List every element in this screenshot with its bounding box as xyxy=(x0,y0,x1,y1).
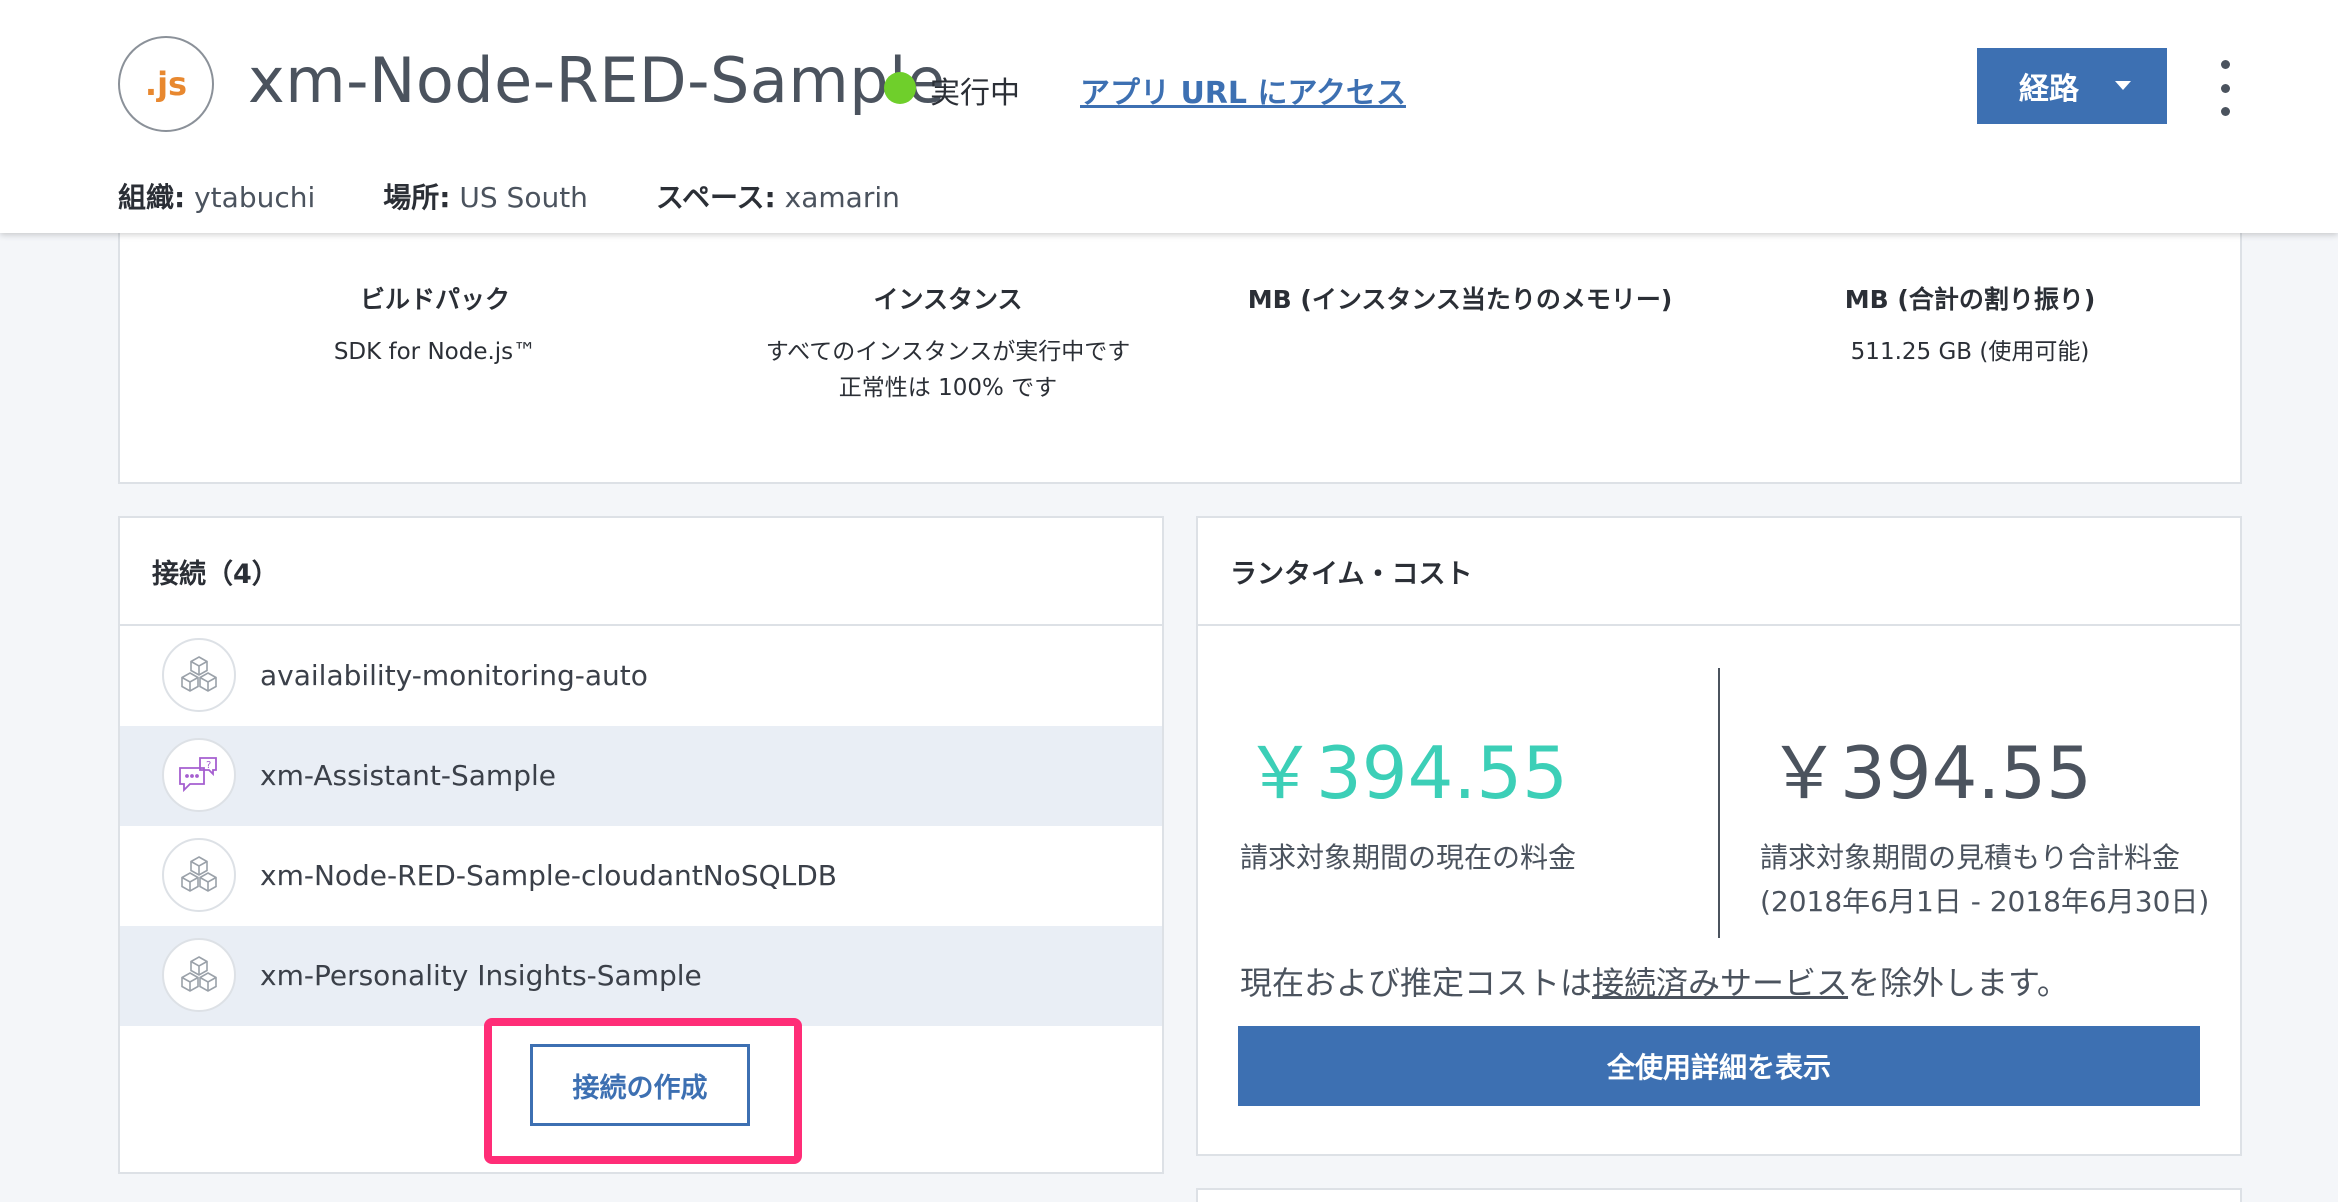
location-meta: 場所: US South xyxy=(383,176,588,216)
location-value: US South xyxy=(459,181,588,214)
cube-stack-icon xyxy=(162,938,236,1012)
kebab-dot xyxy=(2220,60,2230,69)
connections-list: availability-monitoring-auto ? xm-Assist… xyxy=(120,626,1162,1026)
cost-divider xyxy=(1718,668,1720,938)
cube-stack-icon xyxy=(162,838,236,912)
status-label: 実行中 xyxy=(930,76,1020,111)
summary-title: MB (インスタンス当たりのメモリー) xyxy=(1247,285,1673,314)
space-meta: スペース: xamarin xyxy=(656,176,900,216)
connection-row[interactable]: xm-Personality Insights-Sample xyxy=(120,926,1162,1026)
app-icon-label: .js xyxy=(144,65,188,103)
app-header: .js xm-Node-RED-Sample 実行中 アプリ URL にアクセス… xyxy=(0,0,2338,233)
summary-value: すべてのインスタンスが実行中です 正常性は 100% です xyxy=(708,334,1188,406)
cost-note: 現在および推定コストは接続済みサービスを除外します。 xyxy=(1240,958,2069,1004)
running-status-icon xyxy=(884,72,916,104)
instances-status-line: すべてのインスタンスが実行中です xyxy=(765,339,1131,365)
estimated-charge-label: 請求対象期間の見積もり合計料金 (2018年6月1日 - 2018年6月30日) xyxy=(1760,836,2209,924)
current-charge-label: 請求対象期間の現在の料金 xyxy=(1240,841,1577,874)
routes-button[interactable]: 経路 xyxy=(1977,48,2167,124)
space-value: xamarin xyxy=(784,181,900,214)
connection-name: xm-Assistant-Sample xyxy=(260,759,556,792)
connections-title: 接続（4） xyxy=(120,518,1162,626)
summary-title: インスタンス xyxy=(873,285,1023,314)
billing-period: (2018年6月1日 - 2018年6月30日) xyxy=(1760,885,2210,918)
connection-row[interactable]: xm-Node-RED-Sample-cloudantNoSQLDB xyxy=(120,826,1162,926)
summary-value: 511.25 GB (使用可能) xyxy=(1850,339,2090,365)
next-panel-edge xyxy=(1196,1188,2242,1202)
summary-panel: ビルドパック SDK for Node.js™ インスタンス すべてのインスタン… xyxy=(118,200,2242,484)
connection-name: availability-monitoring-auto xyxy=(260,659,648,692)
summary-memory: MB (インスタンス当たりのメモリー) xyxy=(1220,280,1700,316)
summary-title: ビルドパック xyxy=(359,285,510,314)
routes-button-label: 経路 xyxy=(2019,72,2079,107)
chat-bubbles-icon: ? xyxy=(162,738,236,812)
cost-note-prefix: 現在および推定コストは xyxy=(1240,964,1593,1002)
create-connection-button[interactable]: 接続の作成 xyxy=(530,1044,750,1126)
connected-services-link[interactable]: 接続済みサービス xyxy=(1592,964,1848,1002)
runtime-cost-panel: ランタイム・コスト ￥394.55 ￥394.55 請求対象期間の現在の料金 請… xyxy=(1196,516,2242,1156)
cost-note-suffix: を除外します。 xyxy=(1848,964,2069,1002)
visit-app-url-link[interactable]: アプリ URL にアクセス xyxy=(1080,68,1406,112)
page-title: xm-Node-RED-Sample xyxy=(248,44,946,117)
connection-name: xm-Personality Insights-Sample xyxy=(260,959,702,992)
connection-row[interactable]: ? xm-Assistant-Sample xyxy=(120,726,1162,826)
summary-buildpack: ビルドパック SDK for Node.js™ xyxy=(195,280,675,370)
connection-row[interactable]: availability-monitoring-auto xyxy=(120,626,1162,726)
space-label: スペース: xyxy=(655,181,776,214)
app-meta-row: 組織: ytabuchi 場所: US South スペース: xamarin xyxy=(118,176,968,216)
kebab-dot xyxy=(2220,83,2230,93)
summary-value: SDK for Node.js™ xyxy=(333,339,537,365)
summary-instances: インスタンス すべてのインスタンスが実行中です 正常性は 100% です xyxy=(708,280,1188,406)
org-label: 組織: xyxy=(118,181,186,214)
estimated-charge-amount: ￥394.55 xyxy=(1768,731,2092,815)
kebab-menu-icon[interactable] xyxy=(2210,60,2240,116)
summary-allocation: MB (合計の割り振り) 511.25 GB (使用可能) xyxy=(1730,280,2210,370)
location-label: 場所: xyxy=(383,181,451,214)
caret-down-icon xyxy=(2115,81,2131,90)
connection-name: xm-Node-RED-Sample-cloudantNoSQLDB xyxy=(260,859,837,892)
runtime-cost-title: ランタイム・コスト xyxy=(1198,518,2240,626)
estimated-charge-caption: 請求対象期間の見積もり合計料金 xyxy=(1760,841,2181,874)
nodejs-app-icon: .js xyxy=(118,36,214,132)
summary-title: MB (合計の割り振り) xyxy=(1844,285,2096,314)
current-charge-amount: ￥394.55 xyxy=(1244,731,1568,815)
instances-health-line: 正常性は 100% です xyxy=(838,375,1058,401)
view-usage-details-button[interactable]: 全使用詳細を表示 xyxy=(1238,1026,2200,1106)
org-value: ytabuchi xyxy=(194,181,316,214)
cube-stack-icon xyxy=(162,638,236,712)
kebab-dot xyxy=(2220,107,2230,116)
org-meta: 組織: ytabuchi xyxy=(118,176,315,216)
svg-text:?: ? xyxy=(206,760,211,771)
